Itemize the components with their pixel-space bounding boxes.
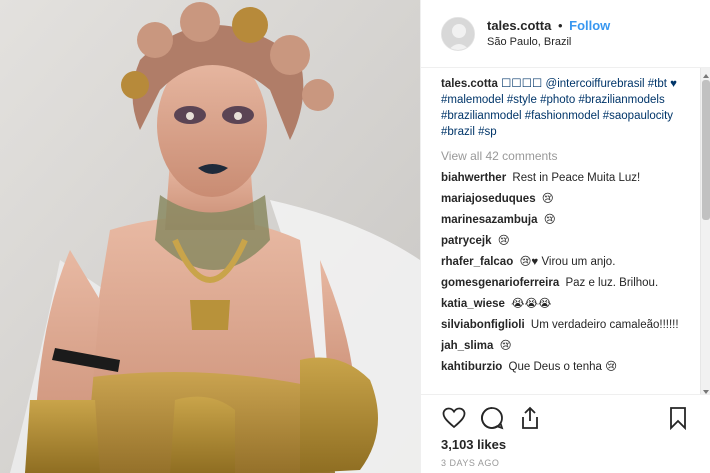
post-photo[interactable] — [0, 0, 420, 473]
comment-username[interactable]: kahtiburzio — [441, 361, 502, 373]
comment-username[interactable]: gomesgenarioferreira — [441, 277, 559, 289]
action-icons-row — [441, 401, 691, 435]
comment-item: patrycejk 😢 — [441, 233, 693, 249]
comment-username[interactable]: patrycejk — [441, 235, 492, 247]
comments-scrollbar[interactable] — [700, 68, 710, 394]
post-date: 3 DAYS AGO — [441, 458, 500, 468]
view-all-comments-link[interactable]: View all 42 comments — [441, 148, 693, 164]
post-actions: 3,103 likes 3 DAYS AGO — [421, 394, 710, 468]
comment-text: 😢♥ Virou um anjo. — [519, 256, 616, 268]
comment-item: marinesazambuja 😢 — [441, 212, 693, 228]
location-link[interactable]: São Paulo, Brazil — [487, 34, 610, 50]
comment-username[interactable]: rhafer_falcao — [441, 256, 513, 268]
post-caption: tales.cotta ☐☐☐☐ @intercoiffurebrasil #t… — [441, 76, 693, 140]
comment-username[interactable]: katia_wiese — [441, 298, 505, 310]
comment-username[interactable]: biahwerther — [441, 172, 506, 184]
comment-username[interactable]: silviabonfiglioli — [441, 319, 525, 331]
separator-dot: • — [557, 17, 563, 33]
comment-item: jah_slima 😢 — [441, 338, 693, 354]
comment-username[interactable]: jah_slima — [441, 340, 493, 352]
comment-text: 😭😭😭 — [511, 298, 552, 310]
comment-username[interactable]: marinesazambuja — [441, 214, 538, 226]
avatar[interactable] — [441, 16, 475, 51]
model-photo-illustration — [0, 0, 420, 473]
comment-text: Paz e luz. Brilhou. — [565, 277, 659, 289]
comment-item: silviabonfiglioli Um verdadeiro camaleão… — [441, 317, 693, 333]
comment-text: 😢 — [499, 340, 512, 352]
comment-text: Que Deus o tenha 😢 — [508, 361, 618, 373]
header-text: tales.cotta • Follow São Paulo, Brazil — [487, 18, 610, 50]
comment-item: kahtiburzio Que Deus o tenha 😢 — [441, 359, 693, 375]
header-username[interactable]: tales.cotta — [487, 18, 551, 33]
comment-item: mariajoseduques 😢 — [441, 191, 693, 207]
comment-item: rhafer_falcao 😢♥ Virou um anjo. — [441, 254, 693, 270]
bookmark-icon[interactable] — [665, 405, 691, 431]
likes-count[interactable]: 3,103 likes — [441, 437, 691, 452]
post-side-panel: tales.cotta • Follow São Paulo, Brazil t… — [420, 0, 710, 473]
scroll-down-arrow-icon[interactable] — [701, 384, 710, 394]
comment-item: gomesgenarioferreira Paz e luz. Brilhou. — [441, 275, 693, 291]
comment-text: 😢 — [497, 235, 510, 247]
share-icon[interactable] — [517, 405, 543, 431]
comments-list: tales.cotta ☐☐☐☐ @intercoiffurebrasil #t… — [441, 76, 693, 392]
comment-username[interactable]: mariajoseduques — [441, 193, 536, 205]
header-top-line: tales.cotta • Follow — [487, 18, 610, 34]
comment-icon[interactable] — [479, 405, 505, 431]
follow-button[interactable]: Follow — [569, 18, 610, 33]
comment-text: Rest in Peace Muita Luz! — [512, 172, 641, 184]
heart-icon[interactable] — [441, 405, 467, 431]
comment-item: biahwerther Rest in Peace Muita Luz! — [441, 170, 693, 186]
comment-text: 😢 — [543, 214, 556, 226]
avatar-image — [442, 17, 474, 50]
comment-text: Um verdadeiro camaleão!!!!!! — [530, 319, 679, 331]
scrollbar-thumb[interactable] — [702, 80, 710, 220]
scroll-up-arrow-icon[interactable] — [701, 68, 710, 78]
instagram-post: tales.cotta • Follow São Paulo, Brazil t… — [0, 0, 710, 473]
post-header: tales.cotta • Follow São Paulo, Brazil — [421, 0, 710, 68]
comment-item: katia_wiese 😭😭😭 — [441, 296, 693, 312]
caption-username[interactable]: tales.cotta — [441, 78, 498, 90]
comment-text: 😢 — [541, 193, 554, 205]
